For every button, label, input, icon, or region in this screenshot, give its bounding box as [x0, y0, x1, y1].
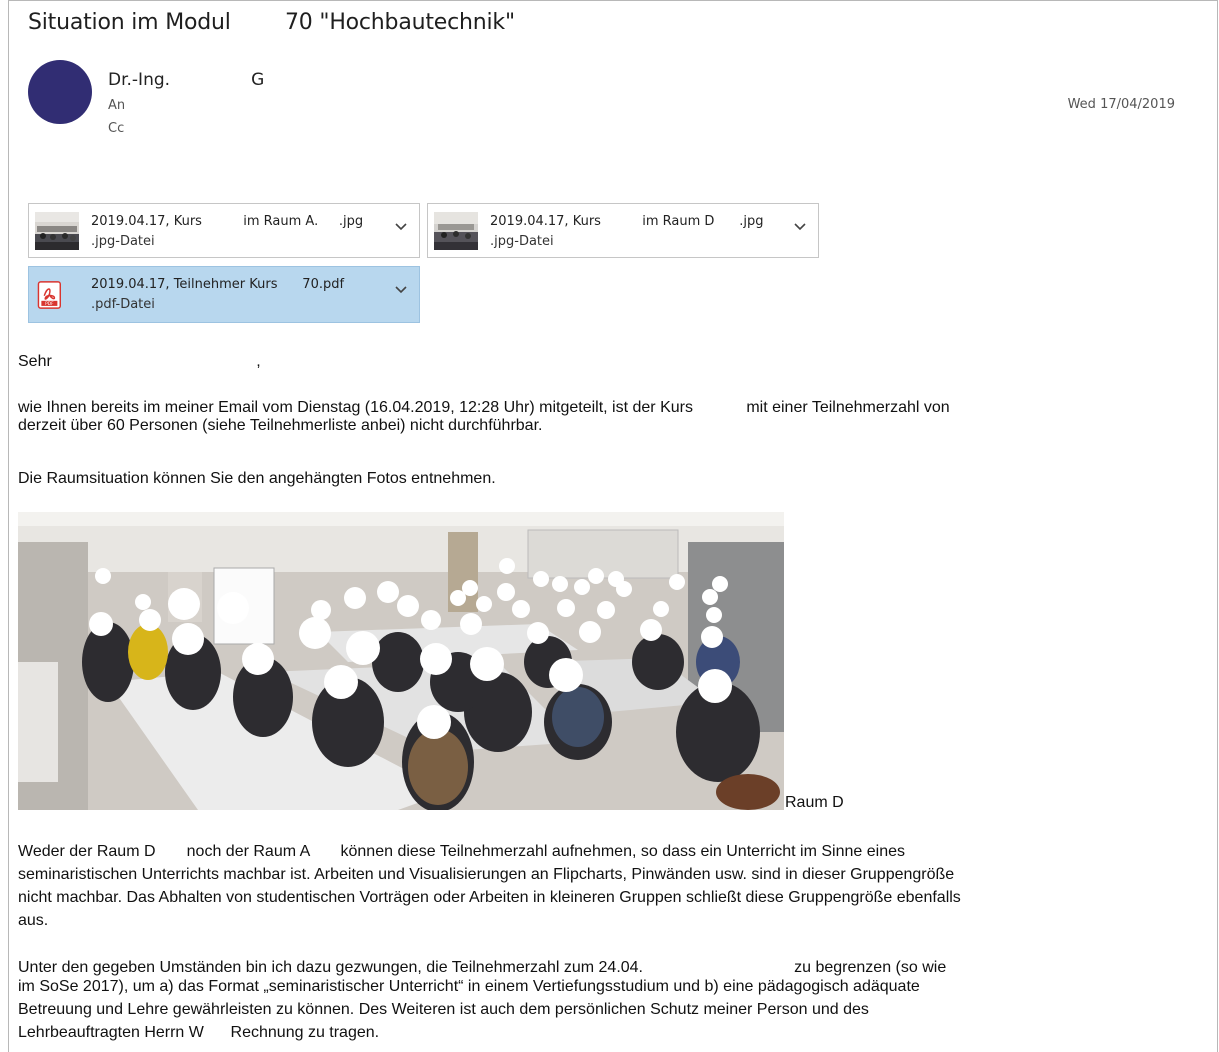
to-label: An	[108, 98, 126, 113]
paragraph-1-line-1: wie Ihnen bereits im meiner Email vom Di…	[18, 399, 950, 416]
paragraph-3-line-1: Weder der Raum D noch der Raum A können …	[18, 843, 905, 860]
sender-avatar[interactable]	[28, 60, 92, 124]
attachment-name: 2019.04.17, Kurs im Raum D .jpg	[490, 214, 764, 229]
cc-label: Cc	[108, 121, 125, 136]
paragraph-2: Die Raumsituation können Sie den angehän…	[18, 470, 496, 487]
attachment-type: .jpg-Datei	[91, 234, 155, 249]
paragraph-4-line-1: Unter den gegeben Umständen bin ich dazu…	[18, 959, 947, 976]
attachment-type: .pdf-Datei	[91, 297, 155, 312]
chevron-down-icon[interactable]	[393, 218, 409, 234]
photo-caption: Raum D	[785, 794, 844, 811]
paragraph-3-line-4: aus.	[18, 912, 49, 929]
classroom-photo[interactable]	[18, 512, 784, 810]
pdf-icon: PDF	[37, 281, 61, 309]
paragraph-3-line-2: seminaristischen Unterrichts machbar ist…	[18, 866, 955, 883]
attachment-pdf-teilnehmer[interactable]: PDF 2019.04.17, Teilnehmer Kurs 70.pdf .…	[28, 266, 420, 323]
paragraph-3-line-3: nicht machbar. Das Abhalten von studenti…	[18, 889, 961, 906]
paragraph-1-line-2: derzeit über 60 Personen (siehe Teilnehm…	[18, 417, 543, 434]
attachment-jpg-raum-d[interactable]: 2019.04.17, Kurs im Raum D .jpg .jpg-Dat…	[427, 203, 819, 258]
paragraph-4-line-3: Betreuung und Lehre gewährleisten zu kön…	[18, 1001, 869, 1018]
email-date: Wed 17/04/2019	[1067, 97, 1175, 112]
sender-name[interactable]: Dr.-Ing. G	[108, 70, 264, 90]
attachment-name: 2019.04.17, Kurs im Raum A. .jpg	[91, 214, 364, 229]
attachment-type: .jpg-Datei	[490, 234, 554, 249]
chevron-down-icon[interactable]	[792, 218, 808, 234]
photo-thumbnail-icon	[35, 212, 79, 250]
attachment-jpg-raum-a[interactable]: 2019.04.17, Kurs im Raum A. .jpg .jpg-Da…	[28, 203, 420, 258]
chevron-down-icon[interactable]	[393, 281, 409, 297]
email-subject: Situation im Modul 70 "Hochbautechnik"	[28, 10, 515, 35]
greeting: Sehr ,	[18, 353, 261, 370]
photo-thumbnail-icon	[434, 212, 478, 250]
paragraph-4-line-4: Lehrbeauftragten Herrn W Rechnung zu tra…	[18, 1024, 380, 1041]
paragraph-4-line-2: im SoSe 2017), um a) das Format „seminar…	[18, 978, 920, 995]
attachment-name: 2019.04.17, Teilnehmer Kurs 70.pdf	[91, 277, 345, 292]
svg-text:PDF: PDF	[45, 301, 54, 307]
